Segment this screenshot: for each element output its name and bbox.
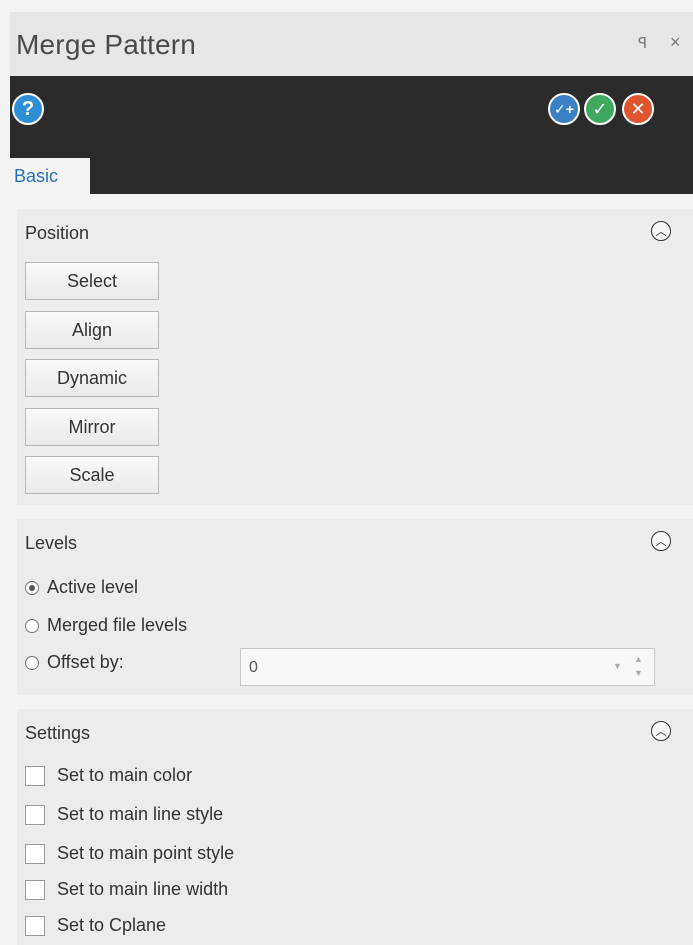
checkbox-label: Set to main line width <box>57 879 229 899</box>
check-main-color[interactable]: Set to main color <box>25 765 192 786</box>
align-button[interactable]: Align <box>25 311 159 349</box>
settings-section: Settings ︿ Set to main color Set to main… <box>17 709 693 945</box>
select-button[interactable]: Select <box>25 262 159 300</box>
mirror-button[interactable]: Mirror <box>25 408 159 446</box>
offset-value: 0 <box>249 659 258 676</box>
check-main-line-style[interactable]: Set to main line style <box>25 804 223 825</box>
radio-offset-by[interactable]: Offset by: <box>25 652 124 673</box>
checkbox[interactable] <box>25 765 45 786</box>
checkbox[interactable] <box>25 879 45 900</box>
checkbox-label: Set to main line style <box>57 804 224 824</box>
checkbox[interactable] <box>25 843 45 864</box>
checkbox-label: Set to main color <box>57 765 193 785</box>
help-icon[interactable]: ? <box>12 93 44 125</box>
close-icon[interactable]: × <box>670 32 681 53</box>
position-section: Position ︿ Select Align Dynamic Mirror S… <box>17 209 693 505</box>
panel-toolbar: ? ✓+ ✓ ✕ Basic <box>10 76 693 194</box>
radio-button-selected[interactable] <box>25 580 39 595</box>
radio-button[interactable] <box>25 655 39 670</box>
title-bar: Merge Pattern ꟼ × <box>10 12 693 76</box>
collapse-position-icon[interactable]: ︿ <box>651 221 671 241</box>
checkbox[interactable] <box>25 915 45 936</box>
radio-button[interactable] <box>25 618 39 633</box>
panel-title: Merge Pattern <box>16 29 197 60</box>
scale-button[interactable]: Scale <box>25 456 159 494</box>
dynamic-button[interactable]: Dynamic <box>25 359 159 397</box>
radio-label: Merged file levels <box>47 615 188 635</box>
dropdown-arrow-icon[interactable]: ▼ <box>613 661 622 671</box>
radio-merged-file-levels[interactable]: Merged file levels <box>25 615 187 636</box>
section-title-levels: Levels <box>25 533 78 553</box>
check-main-point-style[interactable]: Set to main point style <box>25 843 234 864</box>
section-title-settings: Settings <box>25 723 91 743</box>
checkbox-label: Set to Cplane <box>57 915 167 935</box>
pin-icon[interactable]: ꟼ <box>638 34 647 52</box>
ok-and-create-new-icon[interactable]: ✓+ <box>548 93 580 125</box>
tab-basic[interactable]: Basic <box>10 158 90 194</box>
checkbox-label: Set to main point style <box>57 843 235 863</box>
checkbox[interactable] <box>25 804 45 825</box>
offset-spinner[interactable]: 0 ▼ ▲ ▼ <box>240 648 655 686</box>
section-title-position: Position <box>25 223 90 243</box>
check-main-line-width[interactable]: Set to main line width <box>25 879 228 900</box>
check-cplane[interactable]: Set to Cplane <box>25 915 166 936</box>
collapse-levels-icon[interactable]: ︿ <box>651 531 671 551</box>
radio-label: Offset by: <box>47 652 124 672</box>
cancel-icon[interactable]: ✕ <box>622 93 654 125</box>
radio-label: Active level <box>47 577 139 597</box>
ok-icon[interactable]: ✓ <box>584 93 616 125</box>
collapse-settings-icon[interactable]: ︿ <box>651 721 671 741</box>
radio-active-level[interactable]: Active level <box>25 577 138 598</box>
levels-section: Levels ︿ Active level Merged file levels… <box>17 519 693 695</box>
spinner-arrows-icon[interactable]: ▲ ▼ <box>634 652 643 680</box>
